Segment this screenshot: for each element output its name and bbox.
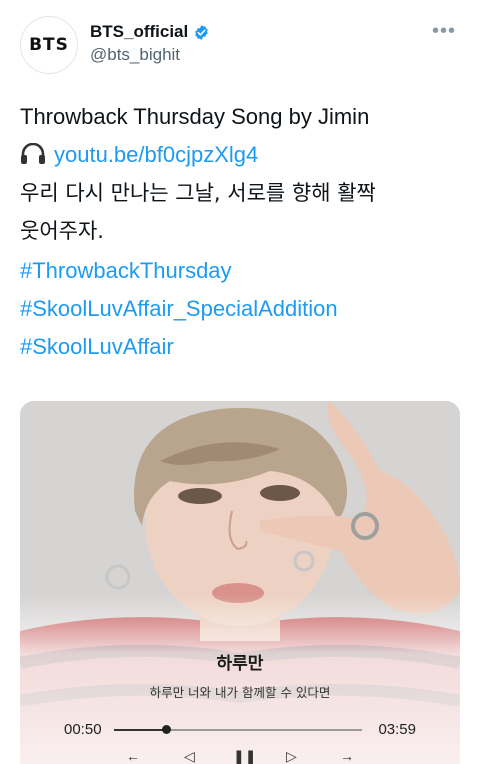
back-icon[interactable]: ← <box>126 749 140 763</box>
hashtag-throwbackthursday[interactable]: #ThrowbackThursday <box>20 252 460 290</box>
tweet-title: Throwback Thursday Song by Jimin <box>20 104 370 129</box>
song-title: 하루만 <box>216 654 264 674</box>
lyric-line: 하루만 너와 내가 함께할 수 있다면 <box>149 685 331 700</box>
handle[interactable]: @bts_bighit <box>90 45 210 65</box>
verified-badge-icon <box>195 24 208 40</box>
next-icon[interactable]: ▷ <box>286 749 297 763</box>
forward-icon[interactable]: → <box>340 749 354 763</box>
author-block: BTS_official @bts_bighit <box>90 22 210 65</box>
playback-controls: ← ◁ ❚❚ ▷ → <box>20 749 460 764</box>
youtube-link[interactable]: youtu.be/bf0cjpzXlg4 <box>54 142 258 167</box>
korean-text-line-1: 우리 다시 만나는 그날, 서로를 향해 활짝 <box>20 181 376 205</box>
more-options-icon[interactable]: ••• <box>432 20 456 43</box>
korean-text-line-2: 웃어주자. <box>20 219 104 243</box>
lyrics-overlay <box>20 594 460 764</box>
tweet-header: BTS BTS_official @bts_bighit ••• <box>20 16 460 76</box>
progress-track[interactable] <box>114 725 362 734</box>
display-name[interactable]: BTS_official <box>90 22 188 42</box>
current-time: 00:50 <box>64 721 102 738</box>
hashtag-skoolluvaffair-specialaddition[interactable]: #SkoolLuvAffair_SpecialAddition <box>20 290 460 328</box>
hashtag-skoolluvaffair[interactable]: #SkoolLuvAffair <box>20 328 460 366</box>
progress-fill <box>114 729 167 731</box>
total-time: 03:59 <box>378 721 416 738</box>
link-line: youtu.be/bf0cjpzXlg4 <box>20 136 460 174</box>
tweet-text: Throwback Thursday Song by Jimin youtu.b… <box>20 98 460 366</box>
previous-icon[interactable]: ◁ <box>184 749 195 763</box>
avatar[interactable]: BTS <box>20 16 78 74</box>
media-card[interactable]: 하루만 하루만 너와 내가 함께할 수 있다면 00:50 03:59 ← ◁ … <box>20 401 460 764</box>
author-name-row: BTS_official <box>90 22 210 42</box>
progress-knob[interactable] <box>162 725 172 734</box>
pause-icon[interactable]: ❚❚ <box>233 749 256 763</box>
headphones-icon <box>21 143 45 164</box>
